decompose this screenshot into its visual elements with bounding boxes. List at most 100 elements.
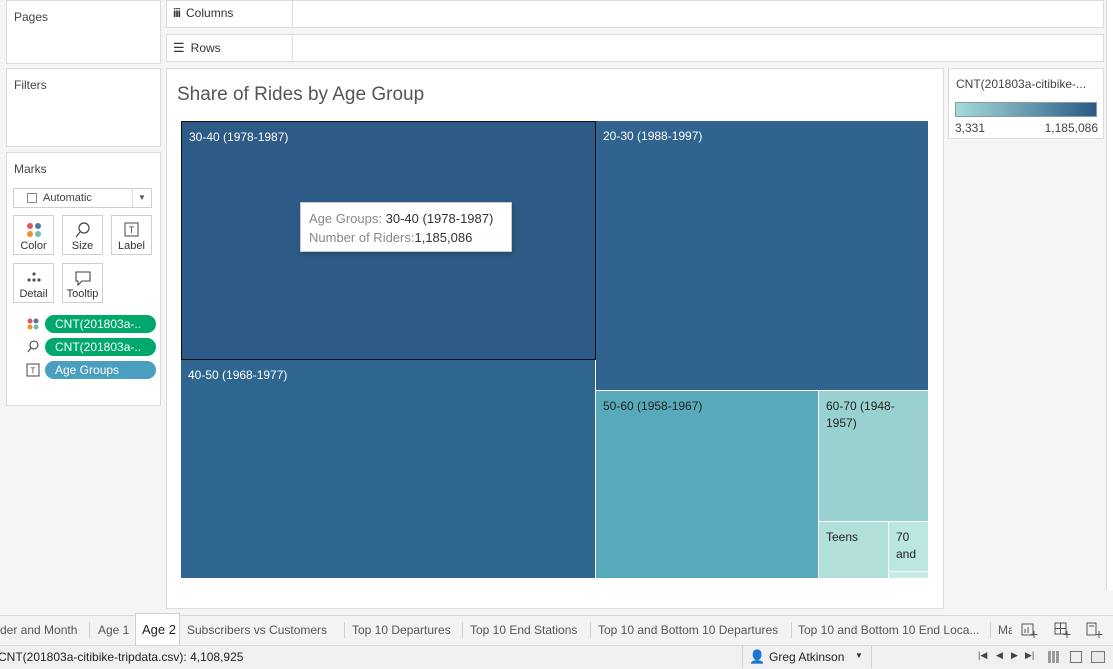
treemap-label-30-40: 30-40 (1978-1987) [189,130,289,144]
treemap-cell-40-50[interactable]: 40-50 (1968-1977) [181,360,596,579]
filmstrip-view-icon[interactable] [1070,651,1082,663]
treemap-cell-teens[interactable]: Teens [819,522,889,579]
pages-card[interactable]: Pages [6,0,161,64]
legend-max: 1,185,086 [1044,121,1098,135]
tooltip-button[interactable]: Tooltip [62,263,103,303]
columns-shelf-label-group: iii Columns [173,6,233,20]
treemap-label-60-70: 60-70 (1948-1957) [826,399,895,430]
color-dots-icon [26,223,41,237]
columns-label: Columns [186,6,234,20]
tab-view-icon[interactable] [1091,651,1105,663]
last-sheet-icon[interactable]: ▶| [1025,650,1034,661]
columns-shelf[interactable]: iii Columns [166,0,1104,28]
viz-title: Share of Rides by Age Group [177,84,425,105]
tab-top-10-end-stations[interactable]: Top 10 End Stations [470,616,577,644]
size-lasso-icon [75,222,90,238]
tooltip-row-1: Age Groups: 30-40 (1978-1987) [309,209,503,228]
tab-top-bottom-departures[interactable]: Top 10 and Bottom 10 Departures [598,616,778,644]
first-sheet-icon[interactable]: |◀ [978,650,987,661]
detail-label: Detail [19,288,48,300]
svg-text:T: T [31,367,36,376]
detail-dots-icon [26,272,41,282]
tab-age-1[interactable]: Age 1 [98,616,129,644]
right-edge-scrollbar[interactable] [1106,0,1113,590]
viz-tooltip: Age Groups: 30-40 (1978-1987) Number of … [300,202,512,252]
color-field-pill[interactable]: CNT(201803a-.. [45,315,156,333]
treemap-cell-20-30[interactable]: 20-30 (1988-1997) [596,121,929,391]
tab-subscribers-vs-customers[interactable]: Subscribers vs Customers [187,616,327,644]
marks-title: Marks [14,162,47,176]
legend-min: 3,331 [955,121,986,135]
user-icon: 👤 [749,649,766,664]
status-summary: CNT(201803a-citibike-tripdata.csv): 4,10… [0,650,244,664]
tooltip-field1-value: 30-40 (1978-1987) [385,211,494,226]
tooltip-speech-icon [74,271,91,287]
mark-type-icon [27,193,37,203]
tooltip-label: Tooltip [66,288,99,300]
treemap-cell-70-and[interactable]: 70 and [889,522,929,572]
rows-label: Rows [190,41,221,55]
tooltip-field2-value: 1,185,086 [414,230,473,245]
treemap-label-teens: Teens [826,530,859,544]
columns-shelf-divider [292,1,293,27]
legend-gradient-bar [955,102,1097,117]
size-label: Size [71,240,94,252]
tab-top-10-departures[interactable]: Top 10 Departures [352,616,451,644]
tab-separator [462,622,463,638]
rows-shelf[interactable]: ☰ Rows [166,34,1104,62]
treemap-label-50-60: 50-60 (1958-1967) [603,399,703,413]
color-dots-icon [27,318,39,330]
mark-type-dropdown[interactable]: Automatic ▼ [13,188,152,208]
rows-icon: ☰ [173,40,185,55]
tab-separator [990,622,991,638]
treemap-label-20-30: 20-30 (1988-1997) [603,129,703,143]
pages-title: Pages [14,10,49,24]
tooltip-row-2: Number of Riders:1,185,086 [309,228,503,247]
size-button[interactable]: Size [62,215,103,255]
rows-shelf-divider [292,35,293,61]
filters-title: Filters [14,78,47,92]
treemap-cell-60-70[interactable]: 60-70 (1948-1957) [819,391,929,522]
tab-age-2-label: Age 2 [142,622,176,637]
color-label: Color [20,240,47,252]
grid-view-icon[interactable] [1048,651,1060,663]
tab-separator [791,622,792,638]
prev-sheet-icon[interactable]: ◀ [996,650,1003,661]
tab-separator [344,622,345,638]
mark-type-value: Automatic [43,192,92,204]
label-text-icon: T [26,363,40,377]
rows-shelf-label-group: ☰ Rows [173,40,221,56]
new-worksheet-icon[interactable] [1020,621,1038,639]
filters-card[interactable]: Filters [6,68,161,147]
legend-title: CNT(201803a-citibike-... [956,77,1087,91]
tab-top-bottom-end-locations[interactable]: Top 10 and Bottom 10 End Loca... [798,616,979,644]
size-lasso-icon [27,340,39,353]
label-label: Label [118,240,145,252]
columns-icon: iii [173,6,181,20]
user-menu[interactable]: 👤 Greg Atkinson ▼ [742,646,872,668]
new-dashboard-icon[interactable] [1053,621,1071,639]
chevron-down-icon: ▼ [855,651,863,660]
label-button[interactable]: T Label [111,215,152,255]
tab-map[interactable]: Ma [998,616,1012,644]
next-sheet-icon[interactable]: ▶ [1011,650,1018,661]
tab-separator [89,622,90,638]
size-field-pill[interactable]: CNT(201803a-.. [45,338,156,356]
tab-gender-and-month[interactable]: der and Month [0,616,77,644]
svg-text:T: T [128,225,134,235]
new-story-icon[interactable] [1085,621,1103,639]
status-bar: CNT(201803a-citibike-tripdata.csv): 4,10… [0,645,1113,669]
tooltip-field1-label: Age Groups: [309,211,382,226]
user-name: Greg Atkinson [769,650,845,664]
detail-button[interactable]: Detail [13,263,54,303]
label-field-pill[interactable]: Age Groups [45,361,156,379]
tab-separator [590,622,591,638]
color-button[interactable]: Color [13,215,54,255]
treemap-cell-50-60[interactable]: 50-60 (1958-1967) [596,391,819,579]
treemap-label-70-and: 70 and [896,530,917,561]
treemap-cell-small[interactable] [889,572,929,579]
label-text-icon: T [124,222,138,237]
color-legend[interactable]: CNT(201803a-citibike-... 3,331 1,185,086 [948,68,1104,139]
chevron-down-icon: ▼ [132,189,151,207]
tooltip-field2-label: Number of Riders: [309,230,415,245]
